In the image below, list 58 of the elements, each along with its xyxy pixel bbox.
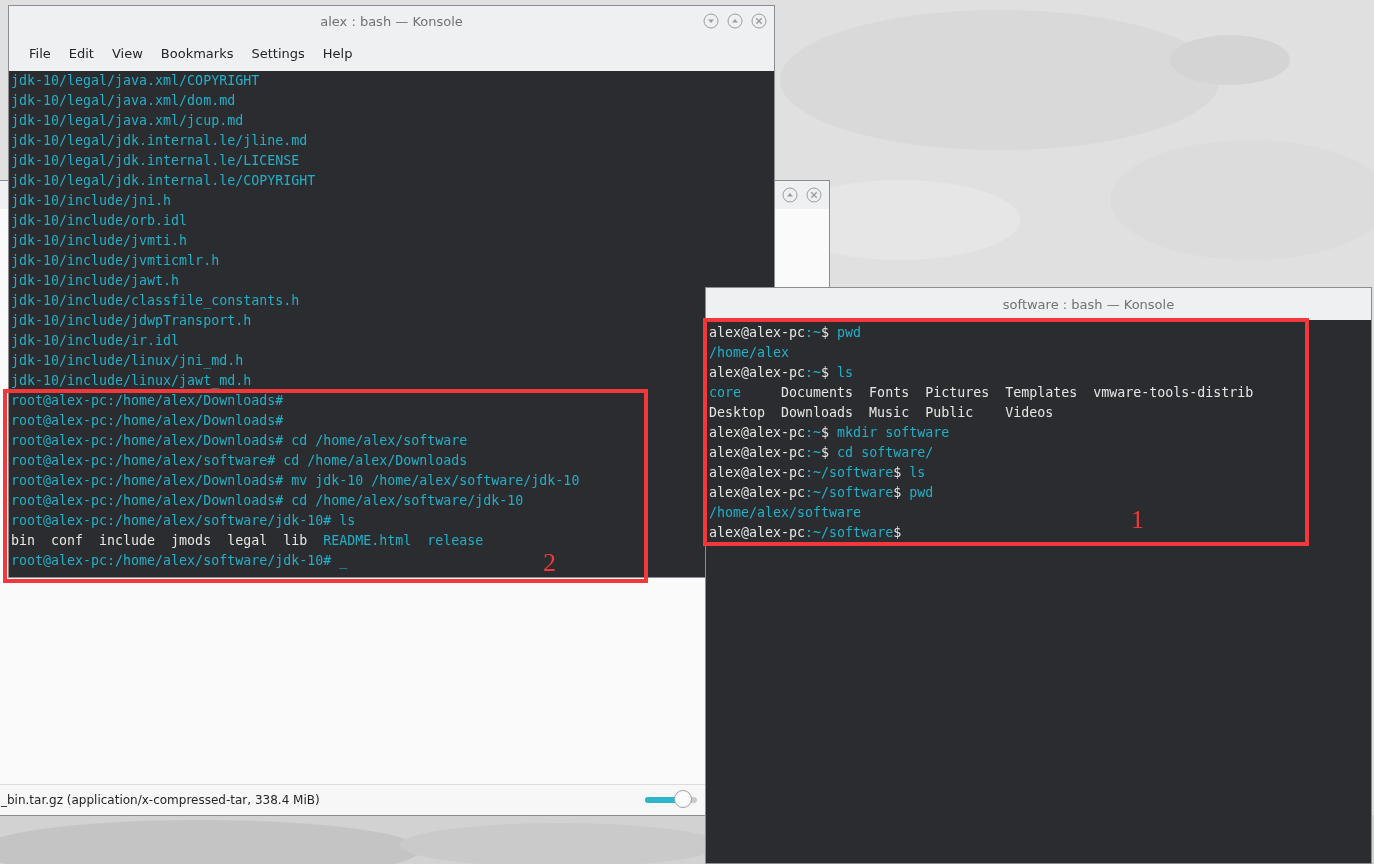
terminal-line: jdk-10/include/classfile_constants.h [11,292,300,311]
terminal-line: root@alex-pc:/home/alex/Downloads# cd /home/alex/software/jdk-10 [11,492,524,510]
slider-handle[interactable] [673,790,692,808]
terminal-line: jdk-10/include/linux/jawt_md.h [11,372,252,391]
menu-item[interactable]: Settings [243,42,313,65]
close-icon [751,13,767,29]
terminal-line: root@alex-pc:/home/alex/Downloads# cd /home/alex/software [11,432,468,450]
chevron-down-icon [703,13,719,29]
terminal-line: jdk-10/legal/java.xml/dom.md [11,92,236,110]
terminal-line: jdk-10/include/orb.idl [11,212,188,230]
terminal-line: jdk-10/include/jawt.h [11,272,180,290]
menu-item[interactable]: Bookmarks [152,42,242,65]
terminal-line: alex@alex-pc:~$ mkdir software [709,424,950,442]
terminal-line: alex@alex-pc:~/software$ [709,524,902,542]
terminal-line: jdk-10/legal/java.xml/COPYRIGHT [11,72,260,90]
terminal-line: root@alex-pc:/home/alex/Downloads# [11,412,284,430]
close-button[interactable] [750,12,768,30]
maximize-button[interactable] [781,186,799,204]
terminal-line: jdk-10/legal/jdk.internal.le/jline.md [11,132,308,150]
window-title: alex : bash — Konsole [320,13,463,29]
annotation-label: 1 [1131,507,1144,533]
terminal-line: alex@alex-pc:~$ cd software/ [709,444,934,462]
terminal-line: alex@alex-pc:~/software$ ls [709,464,926,482]
annotation-label: 2 [543,550,556,576]
menu-item[interactable]: Edit [60,42,102,65]
terminal-line: /home/alex/software [709,504,862,522]
terminal-line: Desktop Downloads Music Public Videos [709,404,1054,422]
terminal-line: root@alex-pc:/home/alex/software/jdk-10# ls [11,512,356,530]
close-button[interactable] [805,186,823,204]
chevron-up-icon [782,187,798,203]
terminal-line: jdk-10/include/linux/jni_md.h [11,352,244,371]
terminal-line: jdk-10/include/jdwpTransport.h [11,312,252,330]
terminal-line: jdk-10/include/jni.h [11,192,172,210]
status-text: _bin.tar.gz (application/x-compressed-tar, 338.4 MiB) [1,793,320,807]
terminal-line: root@alex-pc:/home/alex/Downloads# mv jdk-10 /home/alex/software/jdk-10 [11,472,580,490]
menu-item[interactable]: View [103,42,151,65]
terminal-line: jdk-10/legal/java.xml/jcup.md [11,112,244,130]
terminal-line: jdk-10/legal/jdk.internal.le/COPYRIGHT [11,172,316,190]
terminal-line: root@alex-pc:/home/alex/software/jdk-10# _ [11,552,348,571]
close-icon [806,187,822,203]
terminal-line: jdk-10/include/ir.idl [11,332,180,350]
terminal-line: jdk-10/legal/jdk.internal.le/LICENSE [11,152,300,170]
terminal-line: alex@alex-pc:~/software$ pwd [709,484,934,502]
terminal-line: root@alex-pc:/home/alex/software# cd /home/alex/Downloads [11,452,468,470]
menu-item[interactable]: File [21,42,59,65]
terminal-line: alex@alex-pc:~$ pwd [709,324,862,342]
chevron-up-icon [727,13,743,29]
window-title: software : bash — Konsole [1002,296,1175,312]
maximize-button[interactable] [726,12,744,30]
menu-item[interactable]: Help [314,42,361,65]
terminal-line: alex@alex-pc:~$ ls [709,364,854,382]
terminal-line: /home/alex [709,344,790,362]
terminal-line: bin conf include jmods legal lib README.html release [11,532,484,550]
minimize-button[interactable] [702,12,720,30]
terminal-line: core Documents Fonts Pictures Templates vmware-tools-distrib [709,384,1254,402]
terminal-line: jdk-10/include/jvmti.h [11,232,188,250]
terminal-line: root@alex-pc:/home/alex/Downloads# [11,392,284,410]
terminal-line: jdk-10/include/jvmticmlr.h [11,252,220,270]
